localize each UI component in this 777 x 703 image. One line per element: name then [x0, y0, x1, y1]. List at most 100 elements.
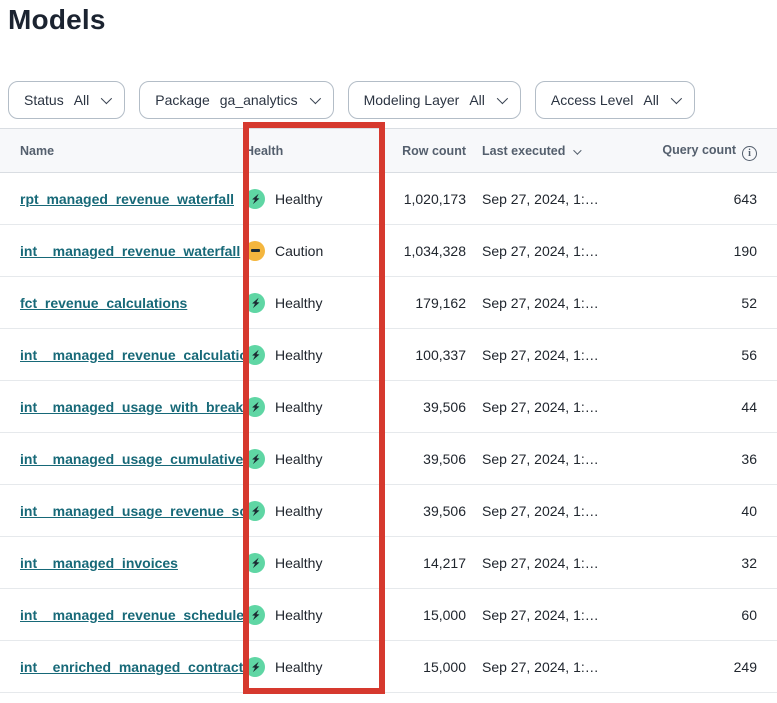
zap-icon — [250, 349, 261, 361]
models-page: Models Status All Package ga_analytics M… — [0, 0, 777, 703]
row-count-value: 39,506 — [382, 433, 466, 485]
model-link[interactable]: int__managed_invoices — [20, 555, 178, 571]
filter-access-level-label: Access Level — [551, 92, 633, 108]
row-count-value: 179,162 — [382, 277, 466, 329]
zap-icon — [250, 297, 261, 309]
health-status-icon — [245, 345, 265, 365]
last-executed-value: Sep 27, 2024, 1:… — [466, 589, 652, 641]
filter-bar: Status All Package ga_analytics Modeling… — [8, 81, 695, 119]
model-link[interactable]: int__managed_usage_cumulative_… — [20, 451, 245, 467]
table-row[interactable]: int__managed_usage_cumulative_… Healthy … — [0, 433, 777, 485]
filter-modeling-layer[interactable]: Modeling Layer All — [348, 81, 521, 119]
last-executed-value: Sep 27, 2024, 1:… — [466, 173, 652, 225]
health-status-icon — [245, 501, 265, 521]
table-header-row: Name Health Row count Last executed Quer… — [0, 129, 777, 173]
filter-access-level-value: All — [643, 92, 659, 108]
last-executed-value: Sep 27, 2024, 1:… — [466, 641, 652, 693]
row-count-value: 1,034,328 — [382, 225, 466, 277]
zap-icon — [250, 557, 261, 569]
filter-access-level[interactable]: Access Level All — [535, 81, 695, 119]
health-cell: Healthy — [245, 449, 382, 469]
filter-status[interactable]: Status All — [8, 81, 125, 119]
health-status-icon — [245, 553, 265, 573]
health-label: Healthy — [275, 659, 322, 675]
health-cell: Healthy — [245, 397, 382, 417]
health-label: Caution — [275, 243, 323, 259]
zap-icon — [250, 609, 261, 621]
filter-status-label: Status — [24, 92, 64, 108]
filter-modeling-layer-label: Modeling Layer — [364, 92, 460, 108]
column-header-health[interactable]: Health — [245, 129, 382, 173]
row-count-value: 15,000 — [382, 641, 466, 693]
query-count-value: 249 — [652, 641, 777, 693]
health-cell: Healthy — [245, 293, 382, 313]
query-count-value: 56 — [652, 329, 777, 381]
health-cell: Healthy — [245, 501, 382, 521]
chevron-down-icon — [309, 93, 320, 104]
chevron-down-icon — [671, 93, 682, 104]
model-link[interactable]: int__managed_usage_with_breaka… — [20, 399, 245, 415]
column-header-last-executed[interactable]: Last executed — [466, 129, 652, 173]
column-header-row-count[interactable]: Row count — [382, 129, 466, 173]
health-label: Healthy — [275, 607, 322, 623]
zap-icon — [250, 505, 261, 517]
chevron-down-icon — [101, 93, 112, 104]
filter-package[interactable]: Package ga_analytics — [139, 81, 333, 119]
health-label: Healthy — [275, 451, 322, 467]
query-count-value: 44 — [652, 381, 777, 433]
sort-chevron-down-icon[interactable] — [574, 146, 582, 154]
health-cell: Healthy — [245, 345, 382, 365]
column-header-name[interactable]: Name — [0, 129, 245, 173]
health-label: Healthy — [275, 347, 322, 363]
model-link[interactable]: int__enriched_managed_contracts — [20, 659, 245, 675]
model-link[interactable]: int__managed_usage_revenue_sc… — [20, 503, 245, 519]
row-count-value: 39,506 — [382, 485, 466, 537]
zap-icon — [250, 453, 261, 465]
zap-icon — [250, 401, 261, 413]
health-status-icon — [245, 605, 265, 625]
table-row[interactable]: fct_revenue_calculations Healthy 179,162… — [0, 277, 777, 329]
last-executed-value: Sep 27, 2024, 1:… — [466, 225, 652, 277]
table-row[interactable]: int__managed_revenue_waterfall Caution 1… — [0, 225, 777, 277]
health-status-icon — [245, 397, 265, 417]
table-row[interactable]: int__managed_invoices Healthy 14,217 Sep… — [0, 537, 777, 589]
model-link[interactable]: fct_revenue_calculations — [20, 295, 187, 311]
health-cell: Healthy — [245, 553, 382, 573]
health-status-icon — [245, 293, 265, 313]
model-link[interactable]: int__managed_revenue_schedule_… — [20, 607, 245, 623]
last-executed-value: Sep 27, 2024, 1:… — [466, 433, 652, 485]
model-link[interactable]: int__managed_revenue_calculations — [20, 347, 245, 363]
query-count-value: 190 — [652, 225, 777, 277]
last-executed-value: Sep 27, 2024, 1:… — [466, 381, 652, 433]
filter-package-label: Package — [155, 92, 209, 108]
health-status-icon — [245, 657, 265, 677]
health-status-icon — [245, 241, 265, 261]
column-header-query-count[interactable]: Query count i — [652, 129, 777, 173]
zap-icon — [250, 193, 261, 205]
health-cell: Caution — [245, 241, 382, 261]
table-row[interactable]: int__managed_usage_revenue_sc… Healthy 3… — [0, 485, 777, 537]
table-row[interactable]: int__enriched_managed_contracts Healthy … — [0, 641, 777, 693]
page-title: Models — [8, 4, 106, 36]
models-table: Name Health Row count Last executed Quer… — [0, 128, 777, 693]
health-cell: Healthy — [245, 657, 382, 677]
table-row[interactable]: int__managed_usage_with_breaka… Healthy … — [0, 381, 777, 433]
health-status-icon — [245, 449, 265, 469]
query-count-value: 643 — [652, 173, 777, 225]
filter-status-value: All — [74, 92, 90, 108]
model-link[interactable]: int__managed_revenue_waterfall — [20, 243, 240, 259]
query-count-label: Query count — [662, 143, 736, 157]
filter-modeling-layer-value: All — [469, 92, 485, 108]
table-row[interactable]: rpt_managed_revenue_waterfall Healthy 1,… — [0, 173, 777, 225]
query-count-value: 40 — [652, 485, 777, 537]
table-row[interactable]: int__managed_revenue_calculations Health… — [0, 329, 777, 381]
query-count-value: 60 — [652, 589, 777, 641]
info-icon[interactable]: i — [742, 146, 757, 161]
last-executed-value: Sep 27, 2024, 1:… — [466, 485, 652, 537]
health-status-icon — [245, 189, 265, 209]
row-count-value: 14,217 — [382, 537, 466, 589]
row-count-value: 39,506 — [382, 381, 466, 433]
table-row[interactable]: int__managed_revenue_schedule_… Healthy … — [0, 589, 777, 641]
health-label: Healthy — [275, 503, 322, 519]
model-link[interactable]: rpt_managed_revenue_waterfall — [20, 191, 234, 207]
